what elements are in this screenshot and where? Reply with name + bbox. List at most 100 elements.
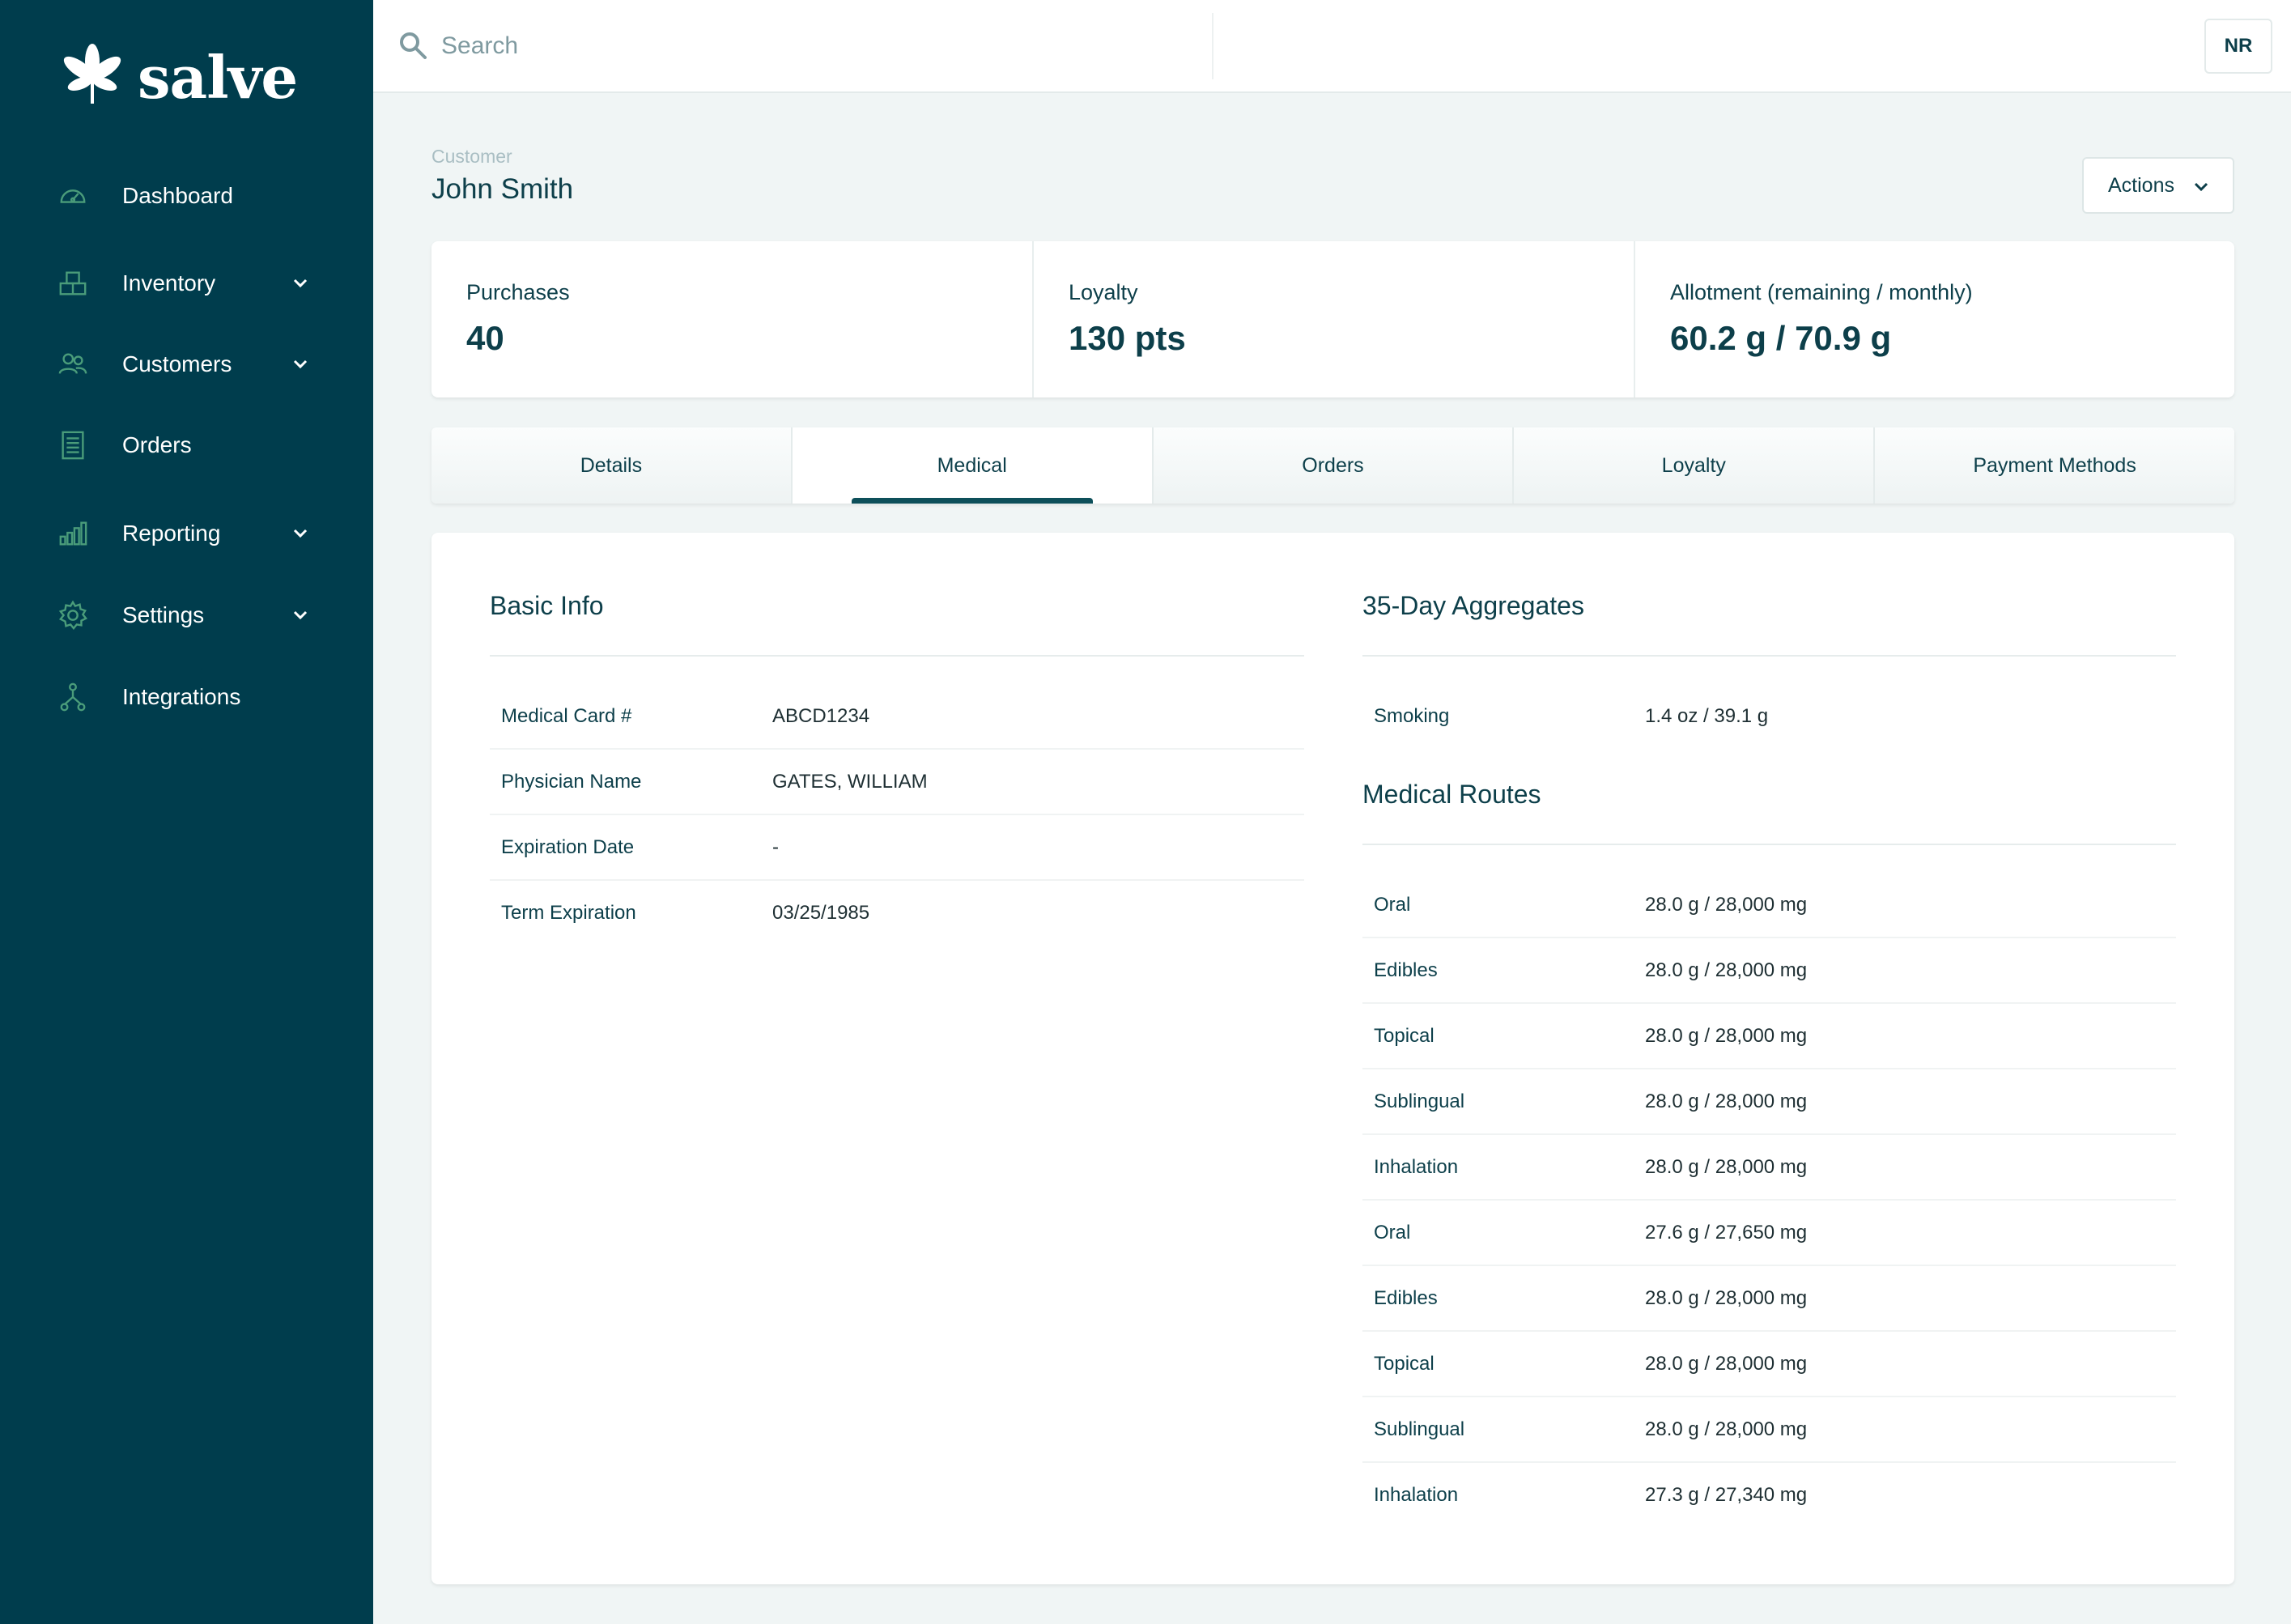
chevron-down-icon[interactable] bbox=[288, 603, 312, 627]
sidebar-item-orders[interactable]: Orders bbox=[0, 411, 373, 479]
user-avatar[interactable]: NR bbox=[2204, 19, 2272, 74]
section-title-aggregates: 35-Day Aggregates bbox=[1362, 591, 1584, 620]
tab-details[interactable]: Details bbox=[431, 427, 793, 504]
search-icon bbox=[397, 30, 428, 61]
page-title: John Smith bbox=[431, 173, 574, 205]
table-row: Oral 28.0 g / 28,000 mg bbox=[1362, 873, 2176, 938]
row-value: 27.6 g / 27,650 mg bbox=[1645, 1222, 1808, 1244]
row-value: 28.0 g / 28,000 mg bbox=[1645, 1025, 1808, 1047]
stat-allotment: Allotment (remaining / monthly) 60.2 g /… bbox=[1635, 241, 2234, 397]
row-label: Topical bbox=[1374, 1025, 1435, 1047]
sidebar-item-settings[interactable]: Settings bbox=[0, 581, 373, 649]
sidebar-item-label: Orders bbox=[122, 432, 192, 457]
row-label: Smoking bbox=[1374, 705, 1450, 727]
dashboard-gauge-icon bbox=[57, 180, 89, 212]
table-row: Topical 28.0 g / 28,000 mg bbox=[1362, 1004, 2176, 1069]
row-value: 28.0 g / 28,000 mg bbox=[1645, 959, 1808, 981]
tab-loyalty[interactable]: Loyalty bbox=[1514, 427, 1876, 504]
stat-loyalty: Loyalty 130 pts bbox=[1034, 241, 1634, 397]
breadcrumb: Customer bbox=[431, 146, 512, 167]
table-row: Inhalation 28.0 g / 28,000 mg bbox=[1362, 1135, 2176, 1201]
integrations-network-icon bbox=[57, 681, 89, 713]
sidebar-item-dashboard[interactable]: Dashboard bbox=[0, 162, 373, 230]
sidebar: salve Dashboard Inventory Customers Orde… bbox=[0, 0, 373, 1624]
actions-button[interactable]: Actions bbox=[2082, 157, 2234, 214]
sidebar-item-label: Inventory bbox=[122, 270, 216, 295]
chevron-down-icon[interactable] bbox=[288, 352, 312, 376]
section-title-medical-routes: Medical Routes bbox=[1362, 780, 1541, 809]
row-label: Topical bbox=[1374, 1353, 1435, 1375]
table-row: Smoking 1.4 oz / 39.1 g bbox=[1362, 684, 2176, 750]
table-row: Edibles 28.0 g / 28,000 mg bbox=[1362, 1266, 2176, 1332]
chevron-down-icon[interactable] bbox=[288, 521, 312, 546]
divider bbox=[1212, 13, 1214, 79]
chevron-down-icon[interactable] bbox=[288, 271, 312, 295]
sidebar-item-customers[interactable]: Customers bbox=[0, 330, 373, 398]
sidebar-item-label: Dashboard bbox=[122, 183, 233, 208]
row-label: Inhalation bbox=[1374, 1484, 1459, 1506]
row-label: Oral bbox=[1374, 1222, 1411, 1244]
sidebar-item-label: Customers bbox=[122, 351, 232, 376]
table-row: Inhalation 27.3 g / 27,340 mg bbox=[1362, 1463, 2176, 1528]
row-label: Expiration Date bbox=[501, 836, 635, 858]
row-label: Inhalation bbox=[1374, 1156, 1459, 1178]
row-value: ABCD1234 bbox=[772, 705, 870, 727]
customer-stats-card: Purchases 40 Loyalty 130 pts Allotment (… bbox=[431, 241, 2234, 397]
chevron-down-icon bbox=[2194, 182, 2208, 192]
row-label: Sublingual bbox=[1374, 1418, 1465, 1440]
sidebar-item-integrations[interactable]: Integrations bbox=[0, 663, 373, 731]
row-label: Medical Card # bbox=[501, 705, 632, 727]
search-input[interactable] bbox=[441, 23, 927, 70]
stat-label: Loyalty bbox=[1069, 280, 1138, 304]
table-row: Physician Name GATES, WILLIAM bbox=[490, 750, 1304, 815]
row-label: Edibles bbox=[1374, 959, 1438, 981]
sidebar-item-label: Settings bbox=[122, 602, 205, 627]
table-row: Edibles 28.0 g / 28,000 mg bbox=[1362, 938, 2176, 1004]
actions-label: Actions bbox=[2108, 173, 2174, 197]
row-value: 28.0 g / 28,000 mg bbox=[1645, 1156, 1808, 1178]
salve-logo[interactable]: salve bbox=[57, 43, 298, 112]
divider bbox=[1362, 844, 2176, 845]
row-label: Oral bbox=[1374, 894, 1411, 916]
row-value: 27.3 g / 27,340 mg bbox=[1645, 1484, 1808, 1506]
tab-label: Loyalty bbox=[1661, 453, 1726, 477]
tab-medical[interactable]: Medical bbox=[792, 427, 1154, 504]
sidebar-item-label: Reporting bbox=[122, 521, 221, 546]
table-row: Term Expiration 03/25/1985 bbox=[490, 881, 1304, 946]
reporting-bar-chart-icon bbox=[57, 517, 89, 550]
sidebar-item-inventory[interactable]: Inventory bbox=[0, 249, 373, 317]
tab-label: Orders bbox=[1302, 453, 1364, 477]
sidebar-item-reporting[interactable]: Reporting bbox=[0, 500, 373, 568]
row-value: 28.0 g / 28,000 mg bbox=[1645, 1353, 1808, 1375]
table-row: Sublingual 28.0 g / 28,000 mg bbox=[1362, 1397, 2176, 1463]
customer-tabs: Details Medical Orders Loyalty Payment M… bbox=[431, 427, 2234, 504]
tab-payment-methods[interactable]: Payment Methods bbox=[1875, 427, 2234, 504]
row-value: GATES, WILLIAM bbox=[772, 771, 928, 793]
table-row: Sublingual 28.0 g / 28,000 mg bbox=[1362, 1069, 2176, 1135]
table-row: Medical Card # ABCD1234 bbox=[490, 684, 1304, 750]
row-value: - bbox=[772, 836, 779, 858]
table-row: Expiration Date - bbox=[490, 815, 1304, 881]
tab-orders[interactable]: Orders bbox=[1154, 427, 1515, 504]
stat-value: 40 bbox=[466, 319, 504, 357]
row-label: Term Expiration bbox=[501, 902, 636, 924]
stat-value: 60.2 g / 70.9 g bbox=[1670, 319, 1892, 357]
stat-purchases: Purchases 40 bbox=[431, 241, 1032, 397]
row-value: 28.0 g / 28,000 mg bbox=[1645, 1287, 1808, 1309]
brand-name: salve bbox=[138, 43, 298, 112]
section-title-basic-info: Basic Info bbox=[490, 591, 604, 620]
tab-label: Medical bbox=[937, 453, 1007, 477]
row-value: 1.4 oz / 39.1 g bbox=[1645, 705, 1769, 727]
orders-receipt-icon bbox=[57, 429, 89, 461]
active-tab-indicator bbox=[851, 498, 1093, 504]
stat-label: Allotment (remaining / monthly) bbox=[1670, 280, 1973, 304]
table-row: Oral 27.6 g / 27,650 mg bbox=[1362, 1201, 2176, 1266]
row-label: Edibles bbox=[1374, 1287, 1438, 1309]
tab-label: Payment Methods bbox=[1973, 453, 2136, 477]
row-value: 28.0 g / 28,000 mg bbox=[1645, 1090, 1808, 1112]
row-label: Physician Name bbox=[501, 771, 642, 793]
row-value: 28.0 g / 28,000 mg bbox=[1645, 1418, 1808, 1440]
customers-people-icon bbox=[57, 348, 89, 380]
settings-gear-icon bbox=[57, 599, 89, 631]
stat-value: 130 pts bbox=[1069, 319, 1186, 357]
